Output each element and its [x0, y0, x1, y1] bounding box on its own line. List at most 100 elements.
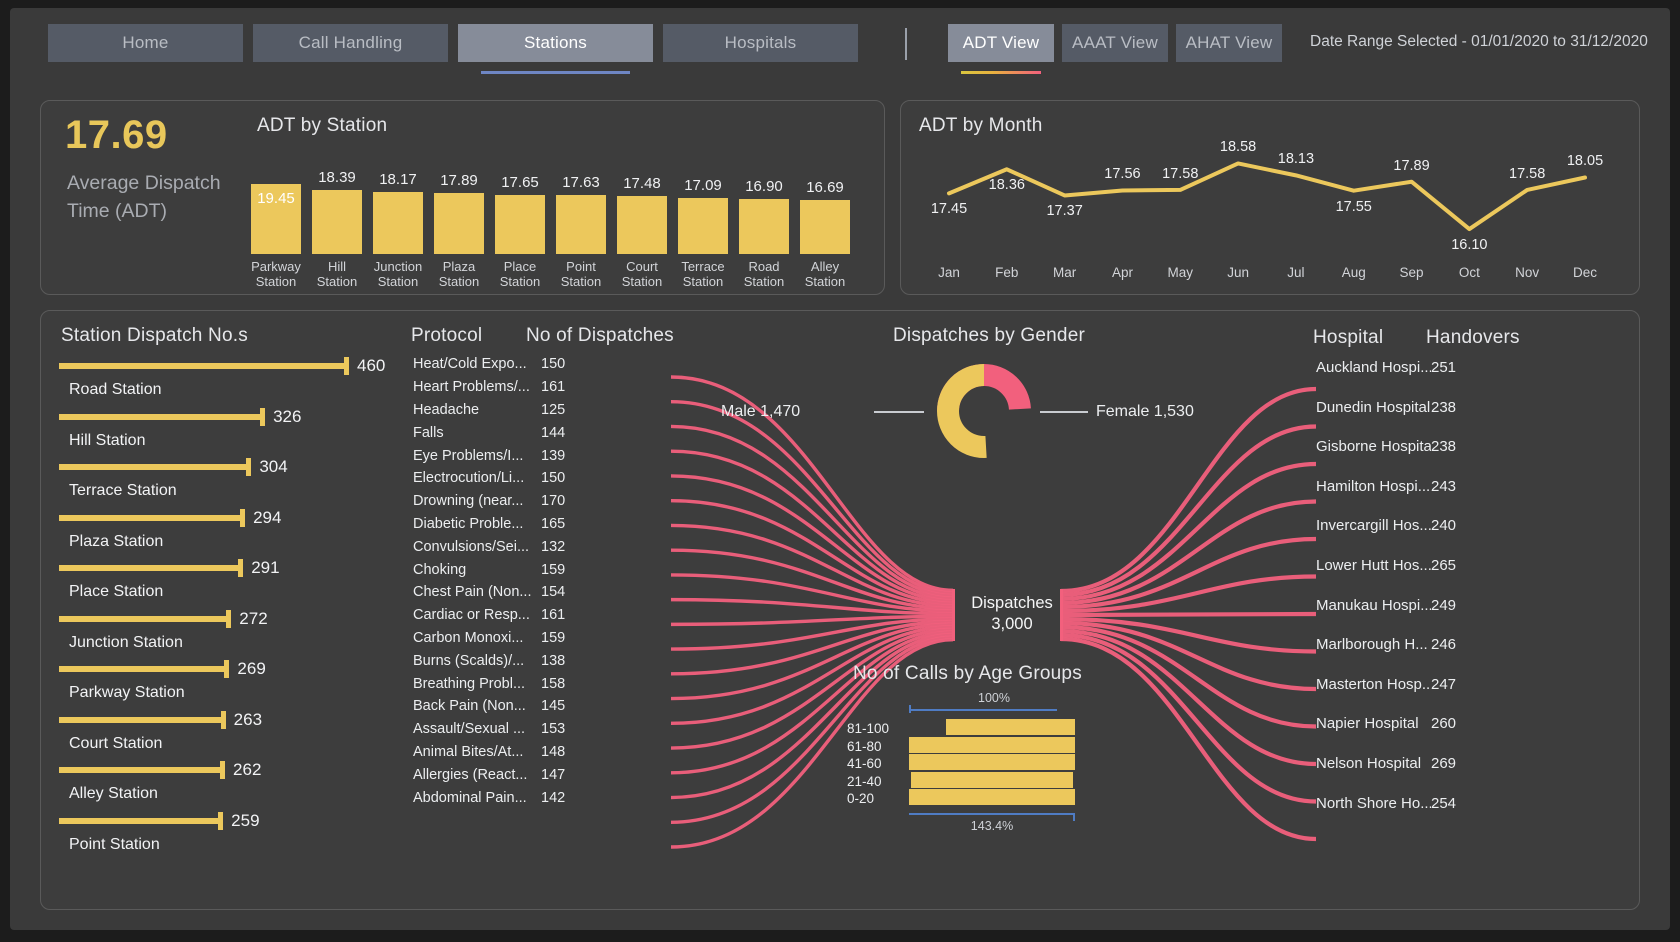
- adt-station-bar-label: Plaza Station: [438, 259, 480, 289]
- station-dispatch-row[interactable]: 291 Place Station: [59, 559, 419, 610]
- adt-station-bar-value: 18.17: [379, 170, 417, 188]
- adt-station-bar-rect[interactable]: 19.45: [251, 184, 301, 254]
- adt-station-bar-label: Parkway Station: [251, 259, 301, 289]
- adt-station-bar[interactable]: 16.69 Alley Station: [800, 179, 850, 289]
- adt-station-bar[interactable]: 18.39 Hill Station: [312, 169, 362, 289]
- adt-station-bar-value: 17.65: [501, 173, 539, 191]
- hospital-table-row[interactable]: Napier Hospital 260: [1316, 715, 1616, 755]
- adt-station-bar-rect[interactable]: [678, 197, 728, 254]
- hospital-table-row[interactable]: North Shore Ho... 254: [1316, 795, 1616, 835]
- nav-tab-aaat-view[interactable]: AAAT View: [1062, 24, 1168, 62]
- adt-station-bar[interactable]: 17.65 Place Station: [495, 174, 545, 289]
- hospital-table-row[interactable]: Masterton Hosp... 247: [1316, 676, 1616, 716]
- hospital-table-row[interactable]: Dunedin Hospital 238: [1316, 399, 1616, 439]
- nav-tab-adt-view[interactable]: ADT View: [948, 24, 1054, 74]
- adt-station-bar-rect[interactable]: [739, 199, 789, 254]
- age-group-bar[interactable]: [945, 719, 1075, 735]
- protocol-dispatches-cell: 139: [541, 447, 566, 464]
- station-dispatch-bar-cap: [226, 609, 232, 628]
- adt-station-bar[interactable]: 17.89 Plaza Station: [434, 172, 484, 289]
- adt-station-bar-rect[interactable]: [617, 195, 667, 254]
- adt-station-bar-label: Place Station: [499, 259, 541, 289]
- hospital-table-row[interactable]: Auckland Hospi... 251: [1316, 359, 1616, 399]
- adt-station-bar[interactable]: 17.63 Point Station: [556, 174, 606, 289]
- station-dispatch-row[interactable]: 272 Junction Station: [59, 608, 419, 661]
- hospital-table-row[interactable]: Gisborne Hospital 238: [1316, 438, 1616, 478]
- station-dispatch-bar: [59, 666, 228, 672]
- adt-month-data-label: 17.45: [930, 201, 968, 218]
- protocol-dispatches-cell: 153: [541, 721, 566, 738]
- protocol-name-cell: Convulsions/Sei...: [413, 538, 530, 555]
- nav-tab-home[interactable]: Home: [48, 24, 243, 62]
- station-dispatch-row[interactable]: 460 Road Station: [59, 357, 419, 408]
- hospital-handovers-cell: 251: [1431, 359, 1457, 376]
- adt-station-bar-value: 19.45: [257, 190, 295, 207]
- nav-tab-ahat-view[interactable]: AHAT View: [1176, 24, 1282, 62]
- protocol-dispatches-cell: 161: [541, 607, 566, 624]
- station-dispatch-row[interactable]: 263 Court Station: [59, 710, 419, 762]
- hospital-table-row[interactable]: Lower Hutt Hos... 265: [1316, 557, 1616, 597]
- adt-station-bar-label: Junction Station: [373, 259, 423, 289]
- hospital-table-row[interactable]: Nelson Hospital 269: [1316, 755, 1616, 795]
- hospital-handovers-cell: 247: [1431, 675, 1457, 693]
- adt-station-bar-rect[interactable]: [800, 200, 850, 254]
- station-dispatch-row[interactable]: 326 Hill Station: [59, 407, 419, 459]
- adt-station-bar[interactable]: 17.48 Court Station: [617, 175, 667, 289]
- protocol-name-cell: Chest Pain (Non...: [413, 584, 532, 601]
- donut-leader-male: [874, 411, 924, 413]
- age-scale-tick-bottom: [1073, 812, 1075, 821]
- adt-month-axis-label: Aug: [1341, 265, 1366, 280]
- station-dispatch-bar-cap: [218, 811, 224, 830]
- nav-tab-hospitals[interactable]: Hospitals: [663, 24, 858, 62]
- station-dispatch-title: Station Dispatch No.s: [61, 325, 248, 346]
- adt-station-bar-value: 18.39: [318, 169, 356, 187]
- hospital-table-row[interactable]: Manukau Hospi... 249: [1316, 597, 1616, 637]
- hospital-table-row[interactable]: Marlborough H... 246: [1316, 636, 1616, 676]
- adt-by-month-card: ADT by Month 17.45 18.36 17.37 17.56 17.58 18…: [900, 100, 1640, 295]
- station-dispatch-label: Parkway Station: [69, 684, 185, 701]
- protocol-dispatches-cell: 158: [541, 675, 566, 692]
- station-dispatch-value: 294: [253, 507, 282, 527]
- adt-station-bar[interactable]: 18.17 Junction Station: [373, 171, 423, 289]
- age-group-label: 61-80: [847, 738, 882, 754]
- hospital-handovers-cell: 260: [1431, 715, 1457, 733]
- age-group-bar[interactable]: [909, 754, 1075, 770]
- age-group-bar[interactable]: [909, 736, 1075, 753]
- station-dispatch-row[interactable]: 259 Point Station: [59, 811, 419, 863]
- station-dispatch-row[interactable]: 304 Terrace Station: [59, 458, 419, 509]
- station-dispatch-row[interactable]: 262 Alley Station: [59, 761, 419, 812]
- adt-station-bar-rect[interactable]: [495, 194, 545, 254]
- adt-station-bar[interactable]: 16.90 Road Station: [739, 178, 789, 289]
- adt-station-bar-rect[interactable]: [373, 191, 423, 254]
- nav-tab-stations[interactable]: Stations: [458, 24, 653, 74]
- adt-station-bar[interactable]: 17.09 Terrace Station: [678, 177, 728, 289]
- age-group-bar[interactable]: [909, 789, 1075, 805]
- adt-station-bar-rect[interactable]: [434, 193, 484, 254]
- station-dispatch-row[interactable]: 269 Parkway Station: [59, 660, 419, 711]
- station-dispatch-bar-cap: [260, 407, 266, 426]
- station-dispatch-label: Hill Station: [69, 431, 146, 449]
- station-dispatch-bar: [59, 615, 230, 622]
- handovers-column-header: Handovers: [1426, 327, 1520, 348]
- hospital-table[interactable]: Auckland Hospi... 251 Dunedin Hospital 238 G…: [1316, 359, 1616, 834]
- adt-month-data-label: 18.58: [1219, 139, 1257, 156]
- station-dispatch-value: 272: [239, 608, 268, 628]
- donut-label-female: Female 1,530: [1096, 403, 1194, 420]
- hospital-handovers-cell: 240: [1431, 517, 1457, 535]
- hospital-name-cell: Nelson Hospital: [1316, 754, 1422, 772]
- age-group-bar[interactable]: [910, 771, 1074, 788]
- main-analysis-card: Station Dispatch No.s 460 Road Station 326…: [40, 310, 1640, 910]
- hospital-name-cell: Napier Hospital: [1316, 715, 1419, 733]
- kpi-adt-label: Average Dispatch Time (ADT): [67, 172, 221, 222]
- protocol-dispatches-cell: 142: [541, 789, 566, 806]
- adt-station-bar-rect[interactable]: [556, 194, 606, 254]
- protocol-name-cell: Back Pain (Non...: [413, 698, 526, 715]
- adt-station-bar-rect[interactable]: [312, 190, 362, 254]
- station-dispatch-row[interactable]: 294 Plaza Station: [59, 507, 419, 560]
- protocol-dispatches-cell: 150: [541, 470, 566, 487]
- hospital-table-row[interactable]: Hamilton Hospi... 243: [1316, 478, 1616, 518]
- hospital-table-row[interactable]: Invercargill Hos... 240: [1316, 517, 1616, 557]
- adt-station-bar[interactable]: 019.45ParkwayStation: [251, 163, 301, 289]
- nav-tab-call-handling[interactable]: Call Handling: [253, 24, 448, 62]
- protocol-dispatches-cell: 125: [541, 401, 566, 418]
